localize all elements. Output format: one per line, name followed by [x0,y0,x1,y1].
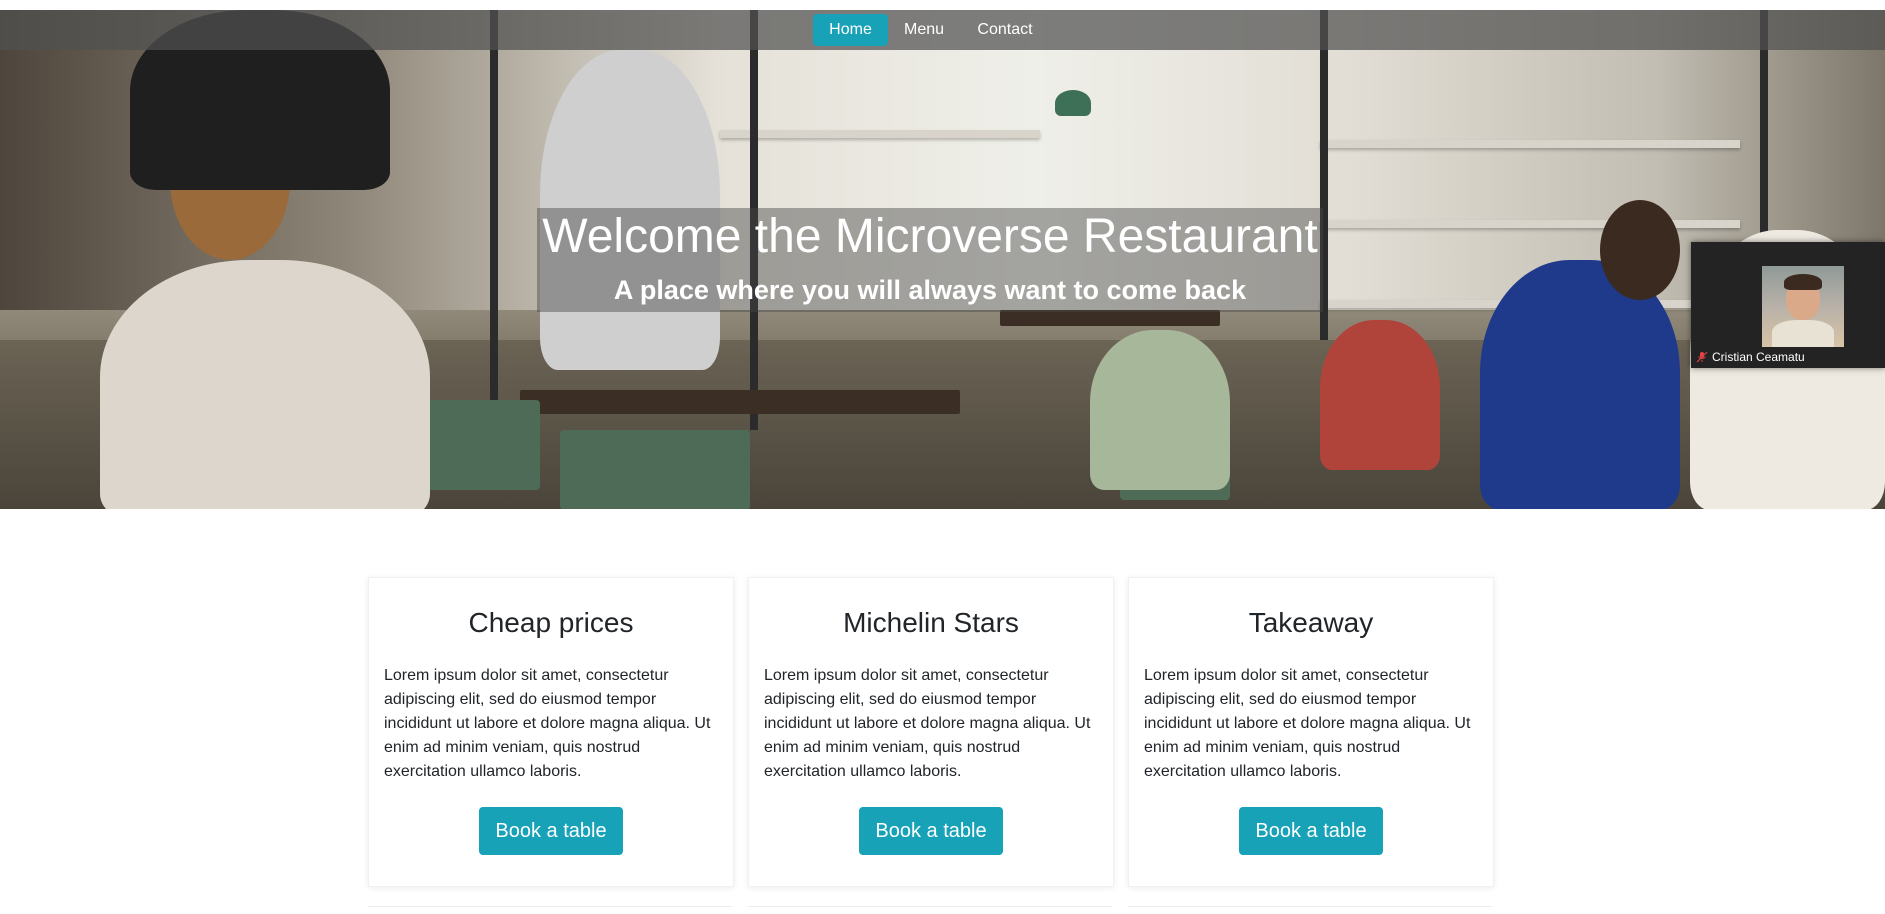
hero-person [1320,320,1440,470]
hero-shelf [1320,220,1740,228]
nav-item-contact[interactable]: Contact [966,14,1044,46]
feature-card-cheap-prices: Cheap prices Lorem ipsum dolor sit amet,… [368,577,734,887]
card-title: Takeaway [1248,607,1374,638]
avatar-body [1772,320,1834,347]
mic-off-icon [1696,351,1708,363]
nav-item-menu[interactable]: Menu [893,14,955,46]
hero-pipe [490,10,498,430]
card-text: Lorem ipsum dolor sit amet, consectetur … [764,667,1091,780]
hero-person-head [1600,200,1680,300]
card-text: Lorem ipsum dolor sit amet, consectetur … [384,667,711,780]
book-table-button[interactable]: Book a table [479,807,623,855]
hero-table [1000,310,1220,326]
hero-subtitle: A place where you will always want to co… [613,275,1247,305]
hero-shelf [720,130,1040,138]
hero-title: Welcome the Microverse Restaurant [542,210,1318,263]
hero-person [1090,330,1230,490]
book-table-button[interactable]: Book a table [1239,807,1383,855]
card-title: Michelin Stars [843,607,1019,638]
participant-avatar [1762,266,1844,347]
hero-chair [560,430,750,509]
feature-card-takeaway: Takeaway Lorem ipsum dolor sit amet, con… [1128,577,1494,887]
participant-name: Cristian Ceamatu [1712,350,1805,364]
book-table-button[interactable]: Book a table [859,807,1003,855]
nav-item-home[interactable]: Home [813,14,888,46]
avatar-hair [1784,274,1822,290]
card-title: Cheap prices [468,607,634,638]
navbar: Home Menu Contact [0,10,1885,50]
hero-lamp [1055,90,1091,116]
hero-table [520,390,960,414]
hero-shelf [1320,140,1740,148]
hero-person [100,260,430,509]
hero-chair [420,400,540,490]
feature-card-michelin-stars: Michelin Stars Lorem ipsum dolor sit ame… [748,577,1114,887]
card-text: Lorem ipsum dolor sit amet, consectetur … [1144,667,1471,780]
top-strip [0,0,1885,10]
video-call-thumbnail[interactable]: Cristian Ceamatu [1691,242,1885,368]
